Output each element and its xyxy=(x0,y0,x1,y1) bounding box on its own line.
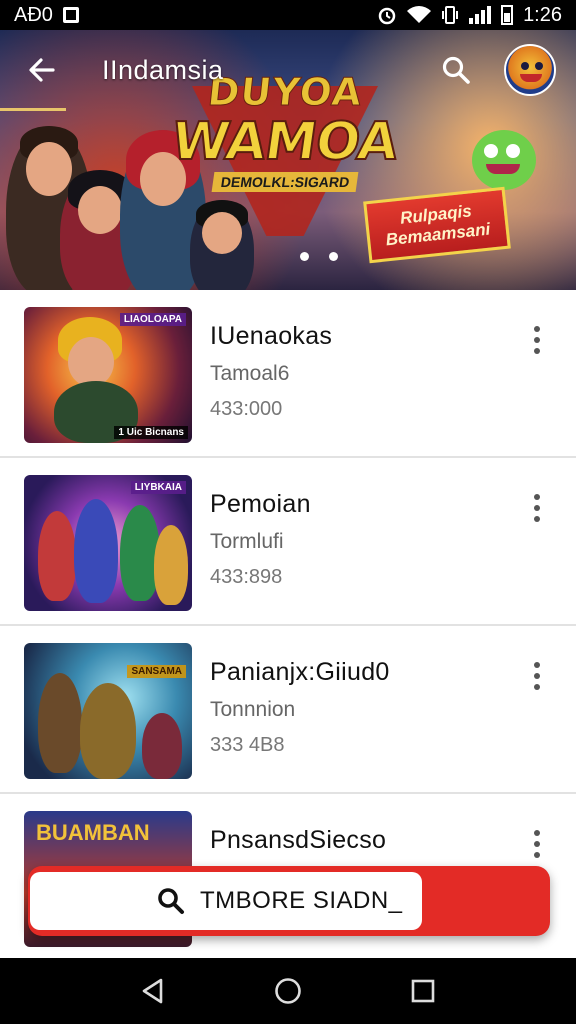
floating-search-field[interactable]: TMBORE SIADN_ xyxy=(30,872,422,930)
tab-indicator xyxy=(0,108,66,111)
item-thumbnail: LIYBKAIA xyxy=(24,475,192,611)
item-thumbnail: LIAOLOAPA 1 Uic Bicnans xyxy=(24,307,192,443)
item-subtitle: Tonnnion xyxy=(210,698,296,721)
square-recents-icon xyxy=(411,979,434,1003)
logo-main-text: WAMOA xyxy=(167,111,403,173)
promo-badge: Rulpaqis Bemaamsani xyxy=(363,186,511,264)
carousel-dot[interactable] xyxy=(329,252,338,261)
alarm-icon xyxy=(377,5,397,25)
thumb-tag: LIYBKAIA xyxy=(130,481,186,494)
circle-home-icon xyxy=(275,978,301,1004)
carousel-dots xyxy=(300,252,338,261)
profile-avatar[interactable] xyxy=(504,44,556,96)
vibrate-icon xyxy=(441,5,459,25)
item-count: 333 4B8 xyxy=(210,734,285,756)
system-nav-bar xyxy=(0,958,576,1024)
floating-search-bar[interactable]: TMBORE SIADN_ xyxy=(28,866,550,936)
item-title: Panianjx:Giiud0 xyxy=(210,658,390,686)
list-item[interactable]: LIAOLOAPA 1 Uic Bicnans IUenaokas Tamoal… xyxy=(0,290,576,458)
battery-icon xyxy=(501,5,514,25)
thumb-caption: 1 Uic Bicnans xyxy=(114,426,188,439)
more-options-button[interactable] xyxy=(524,320,550,360)
nav-back-button[interactable] xyxy=(131,969,175,1013)
logo-subtitle: DEMOLKL:SIGARD xyxy=(211,172,359,192)
status-time: 1:26 xyxy=(523,3,562,26)
item-count: 433:000 xyxy=(210,398,283,420)
thumb-tag: LIAOLOAPA xyxy=(119,313,186,326)
item-count: 433:898 xyxy=(210,566,283,588)
more-vert-icon xyxy=(534,830,540,836)
arrow-left-icon xyxy=(29,58,55,82)
list-item[interactable]: SANSAMA Panianjx:Giiud0 Tonnnion 333 4B8 xyxy=(0,626,576,794)
status-left: AÐ0 xyxy=(14,4,79,27)
item-subtitle: Tamoal6 xyxy=(210,362,290,385)
status-bar: AÐ0 1:26 xyxy=(0,0,576,30)
monster-mascot xyxy=(472,130,536,190)
more-vert-icon xyxy=(534,326,540,332)
item-title: IUenaokas xyxy=(210,322,333,350)
item-thumbnail: SANSAMA xyxy=(24,643,192,779)
game-list: LIAOLOAPA 1 Uic Bicnans IUenaokas Tamoal… xyxy=(0,290,576,962)
signal-icon xyxy=(469,6,492,24)
triangle-back-icon xyxy=(143,978,163,1004)
status-right: 1:26 xyxy=(377,4,562,27)
thumb-tag: BUAMBAN xyxy=(36,820,150,845)
nav-recents-button[interactable] xyxy=(401,969,445,1013)
search-icon xyxy=(442,56,470,84)
wifi-icon xyxy=(407,6,432,24)
back-button[interactable] xyxy=(22,50,62,90)
item-title: Pemoian xyxy=(210,490,311,518)
more-vert-icon xyxy=(534,494,540,500)
page-title: IIndamsia xyxy=(102,54,224,85)
carousel-dot[interactable] xyxy=(300,252,309,261)
app-bar: IIndamsia xyxy=(0,30,576,110)
floating-search-label: TMBORE SIADN_ xyxy=(200,887,403,914)
more-options-button[interactable] xyxy=(524,488,550,528)
nav-home-button[interactable] xyxy=(266,969,310,1013)
item-title: PnsansdSiecso xyxy=(210,826,387,854)
status-text: AÐ0 xyxy=(14,3,53,26)
list-item[interactable]: LIYBKAIA Pemoian Tormlufi 433:898 xyxy=(0,458,576,626)
more-options-button[interactable] xyxy=(524,656,550,696)
hero-banner[interactable]: IIndamsia DUYOA WAMOA DEMOLKL:SIGARD Rul… xyxy=(0,30,576,290)
search-button[interactable] xyxy=(436,50,476,90)
item-subtitle: Tormlufi xyxy=(210,530,284,553)
more-vert-icon xyxy=(534,662,540,668)
more-options-button[interactable] xyxy=(524,824,550,864)
search-icon xyxy=(158,888,184,914)
thumb-tag: SANSAMA xyxy=(127,665,186,678)
notification-icon xyxy=(62,7,79,23)
